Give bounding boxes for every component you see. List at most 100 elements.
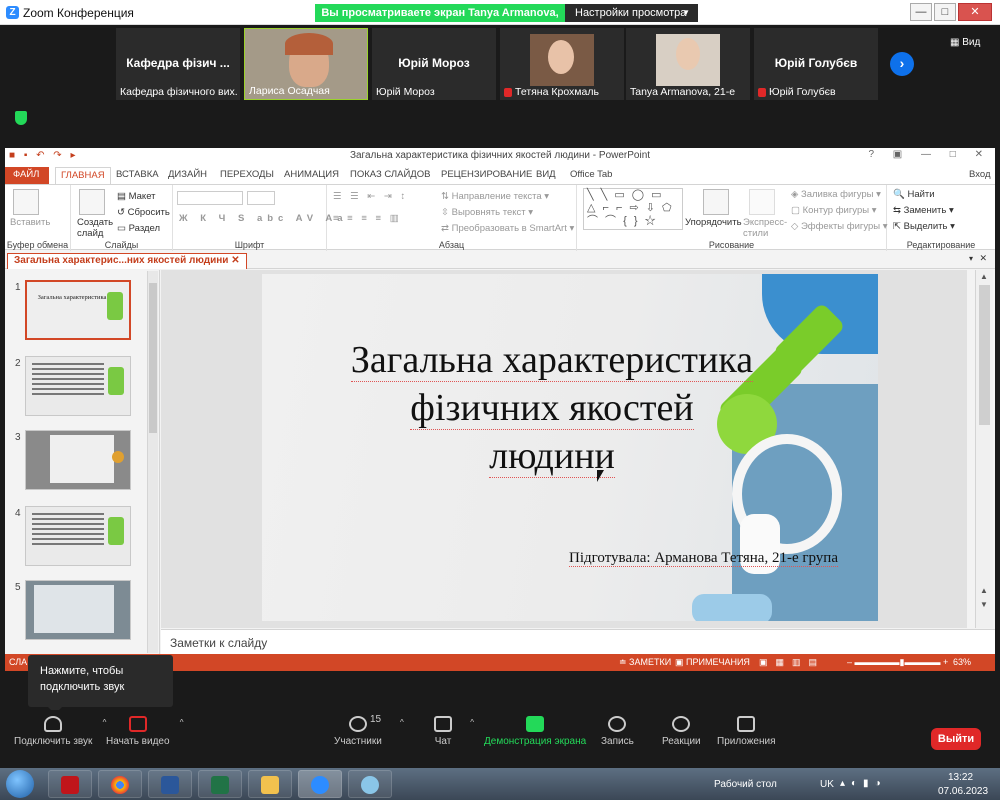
record-button[interactable]: Запись bbox=[601, 716, 634, 747]
quick-styles-button[interactable]: Экспресс-стили bbox=[743, 217, 787, 239]
tab-animation[interactable]: АНИМАЦИЯ bbox=[284, 167, 339, 184]
taskbar-excel[interactable] bbox=[198, 770, 242, 798]
tab-file[interactable]: ФАЙЛ bbox=[5, 167, 49, 184]
slide-thumbnail[interactable] bbox=[25, 506, 131, 566]
thumbnails-scrollbar[interactable] bbox=[147, 271, 158, 653]
leave-meeting-button[interactable]: Выйти bbox=[931, 728, 981, 750]
tab-office-tab[interactable]: Office Tab bbox=[570, 167, 612, 184]
close-button[interactable]: ✕ bbox=[958, 3, 992, 21]
find-button[interactable]: 🔍 Найти bbox=[893, 189, 935, 200]
chat-button[interactable]: Чат ^ bbox=[434, 716, 474, 747]
participant-tile[interactable]: Tanya Armanova, 21-е bbox=[626, 28, 750, 100]
chevron-up-icon[interactable]: ^ bbox=[470, 718, 474, 727]
text-direction-button[interactable]: ⇅ Направление текста ▾ bbox=[441, 191, 549, 202]
slide-thumbnail[interactable] bbox=[25, 356, 131, 416]
shape-effects-button[interactable]: ◇ Эффекты фигуры ▾ bbox=[791, 221, 888, 232]
ppt-window-controls[interactable]: ? ▣ — □ ✕ bbox=[868, 149, 991, 160]
prev-slide-icon[interactable]: ▲ bbox=[980, 586, 988, 595]
smartart-button[interactable]: ⇄ Преобразовать в SmartArt ▾ bbox=[441, 223, 574, 234]
taskbar-acrobat[interactable] bbox=[48, 770, 92, 798]
tab-view[interactable]: ВИД bbox=[536, 167, 556, 184]
maximize-button[interactable]: □ bbox=[934, 3, 956, 21]
quick-styles-icon[interactable] bbox=[749, 189, 775, 215]
apps-button[interactable]: Приложения bbox=[717, 716, 776, 747]
slide-title[interactable]: Загальна характеристика фізичних якостей… bbox=[322, 336, 782, 480]
comments-toggle[interactable]: ▣ ПРИМЕЧАНИЯ bbox=[675, 657, 750, 668]
clock-time[interactable]: 13:22 bbox=[948, 772, 973, 783]
align-text-button[interactable]: ⇳ Выровнять текст ▾ bbox=[441, 207, 533, 218]
close-tab-icon[interactable]: ✕ bbox=[231, 255, 239, 266]
tab-home[interactable]: ГЛАВНАЯ bbox=[55, 167, 111, 184]
reactions-button[interactable]: Реакции bbox=[662, 716, 701, 747]
start-video-button[interactable]: Начать видео ^ bbox=[106, 716, 184, 747]
layout-button[interactable]: ▤ Макет bbox=[117, 191, 156, 202]
tab-slideshow[interactable]: ПОКАЗ СЛАЙДОВ bbox=[350, 167, 430, 184]
taskbar-word[interactable] bbox=[148, 770, 192, 798]
section-button[interactable]: ▭ Раздел bbox=[117, 223, 160, 234]
share-screen-button[interactable]: Демонстрация экрана bbox=[484, 716, 586, 747]
shape-fill-button[interactable]: ◈ Заливка фигуры ▾ bbox=[791, 189, 881, 200]
notes-pane[interactable]: Заметки к слайду bbox=[161, 629, 995, 654]
align-buttons[interactable]: ≡ ≡ ≡ ≡ ▥ bbox=[333, 213, 402, 224]
slide-thumbnail[interactable]: Загальна характеристика bbox=[25, 280, 131, 340]
join-audio-button[interactable]: Подключить звук ^ bbox=[14, 716, 106, 747]
tab-review[interactable]: РЕЦЕНЗИРОВАНИЕ bbox=[441, 167, 532, 184]
font-name-box[interactable] bbox=[177, 191, 243, 205]
document-tab[interactable]: Загальна характерис...них якостей людини… bbox=[7, 253, 247, 269]
slide-scrollbar[interactable]: ▲ ▲ ▼ bbox=[975, 270, 993, 628]
tab-menu-icon[interactable]: ▾ bbox=[969, 254, 973, 263]
participant-tile[interactable]: Лариса Осадчая bbox=[244, 28, 368, 100]
slide-thumbnail[interactable] bbox=[25, 430, 131, 490]
replace-button[interactable]: ⇆ Заменить ▾ bbox=[893, 205, 954, 216]
view-options-dropdown[interactable]: Настройки просмотра ▼ bbox=[565, 4, 698, 22]
shape-outline-button[interactable]: ▢ Контур фигуры ▾ bbox=[791, 205, 876, 216]
participant-tile[interactable]: Тетяна Крохмаль bbox=[500, 28, 624, 100]
next-slide-icon[interactable]: ▼ bbox=[980, 600, 988, 609]
tab-insert[interactable]: ВСТАВКА bbox=[116, 167, 159, 184]
new-slide-button[interactable]: Создать слайд bbox=[77, 217, 117, 239]
minimize-button[interactable]: — bbox=[910, 3, 932, 21]
font-format-buttons[interactable]: Ж К Ч S abc AV Aa bbox=[179, 213, 348, 224]
participant-tile[interactable]: Юрій Голубєв Юрій Голубєв bbox=[754, 28, 878, 100]
tab-design[interactable]: ДИЗАЙН bbox=[168, 167, 207, 184]
security-shield-icon[interactable] bbox=[15, 111, 27, 125]
desktop-toolbar-label[interactable]: Рабочий стол bbox=[714, 779, 777, 790]
chevron-up-icon[interactable]: ^ bbox=[400, 718, 404, 727]
slide-subtitle[interactable]: Підготувала: Арманова Тетяна, 21-е група bbox=[262, 550, 838, 567]
tab-transitions[interactable]: ПЕРЕХОДЫ bbox=[220, 167, 274, 184]
select-button[interactable]: ⇱ Выделить ▾ bbox=[893, 221, 955, 232]
participants-button[interactable]: Участники 15 ^ bbox=[334, 714, 404, 747]
zoom-level[interactable]: 63% bbox=[953, 657, 971, 667]
paste-button[interactable]: Вставить bbox=[10, 217, 50, 228]
language-indicator[interactable]: UK bbox=[820, 779, 834, 790]
taskbar-paint[interactable] bbox=[348, 770, 392, 798]
taskbar-zoom[interactable] bbox=[298, 770, 342, 798]
scrollbar-thumb[interactable] bbox=[149, 283, 157, 433]
sign-in-link[interactable]: Вход bbox=[969, 167, 991, 184]
list-buttons[interactable]: ☰ ☰ ⇤ ⇥ ↕ bbox=[333, 191, 408, 202]
clock-date[interactable]: 07.06.2023 bbox=[938, 786, 988, 797]
view-button[interactable]: ▦ Вид bbox=[950, 37, 980, 48]
current-slide[interactable]: Загальна характеристика фізичних якостей… bbox=[262, 274, 878, 621]
scrollbar-thumb[interactable] bbox=[979, 285, 990, 425]
taskbar-chrome[interactable] bbox=[98, 770, 142, 798]
tray-icons[interactable]: ▴◐▮◑ bbox=[840, 778, 887, 789]
participant-tile[interactable]: Юрій Мороз Юрій Мороз bbox=[372, 28, 496, 100]
chevron-up-icon[interactable]: ^ bbox=[180, 718, 184, 727]
font-size-box[interactable] bbox=[247, 191, 275, 205]
new-slide-icon[interactable] bbox=[79, 189, 105, 215]
zoom-slider[interactable]: – ▬▬▬▬▬▮▬▬▬▬ + bbox=[847, 657, 948, 668]
next-page-arrow-icon[interactable]: › bbox=[890, 52, 914, 76]
scroll-up-icon[interactable]: ▲ bbox=[980, 272, 988, 281]
view-buttons[interactable]: ▣▦▥▤ bbox=[759, 657, 825, 668]
notes-toggle[interactable]: ≐ ЗАМЕТКИ bbox=[619, 657, 671, 668]
taskbar-explorer[interactable] bbox=[248, 770, 292, 798]
reset-button[interactable]: ↺ Сбросить bbox=[117, 207, 170, 218]
tab-close-icon[interactable]: ✕ bbox=[979, 253, 987, 264]
arrange-button[interactable]: Упорядочить bbox=[685, 217, 742, 228]
participant-tile[interactable]: Кафедра фізич ... Кафедра фізичного вих.… bbox=[116, 28, 240, 100]
paste-icon[interactable] bbox=[13, 189, 39, 215]
arrange-icon[interactable] bbox=[703, 189, 729, 215]
start-button-icon[interactable] bbox=[6, 770, 34, 798]
shapes-gallery[interactable]: ╲ ╲ ▭ ◯ ▭ △ ⌐ ⌐ ⇨ ⇩ ⬠ ⌒ ⌒ { } ☆ bbox=[583, 188, 683, 230]
